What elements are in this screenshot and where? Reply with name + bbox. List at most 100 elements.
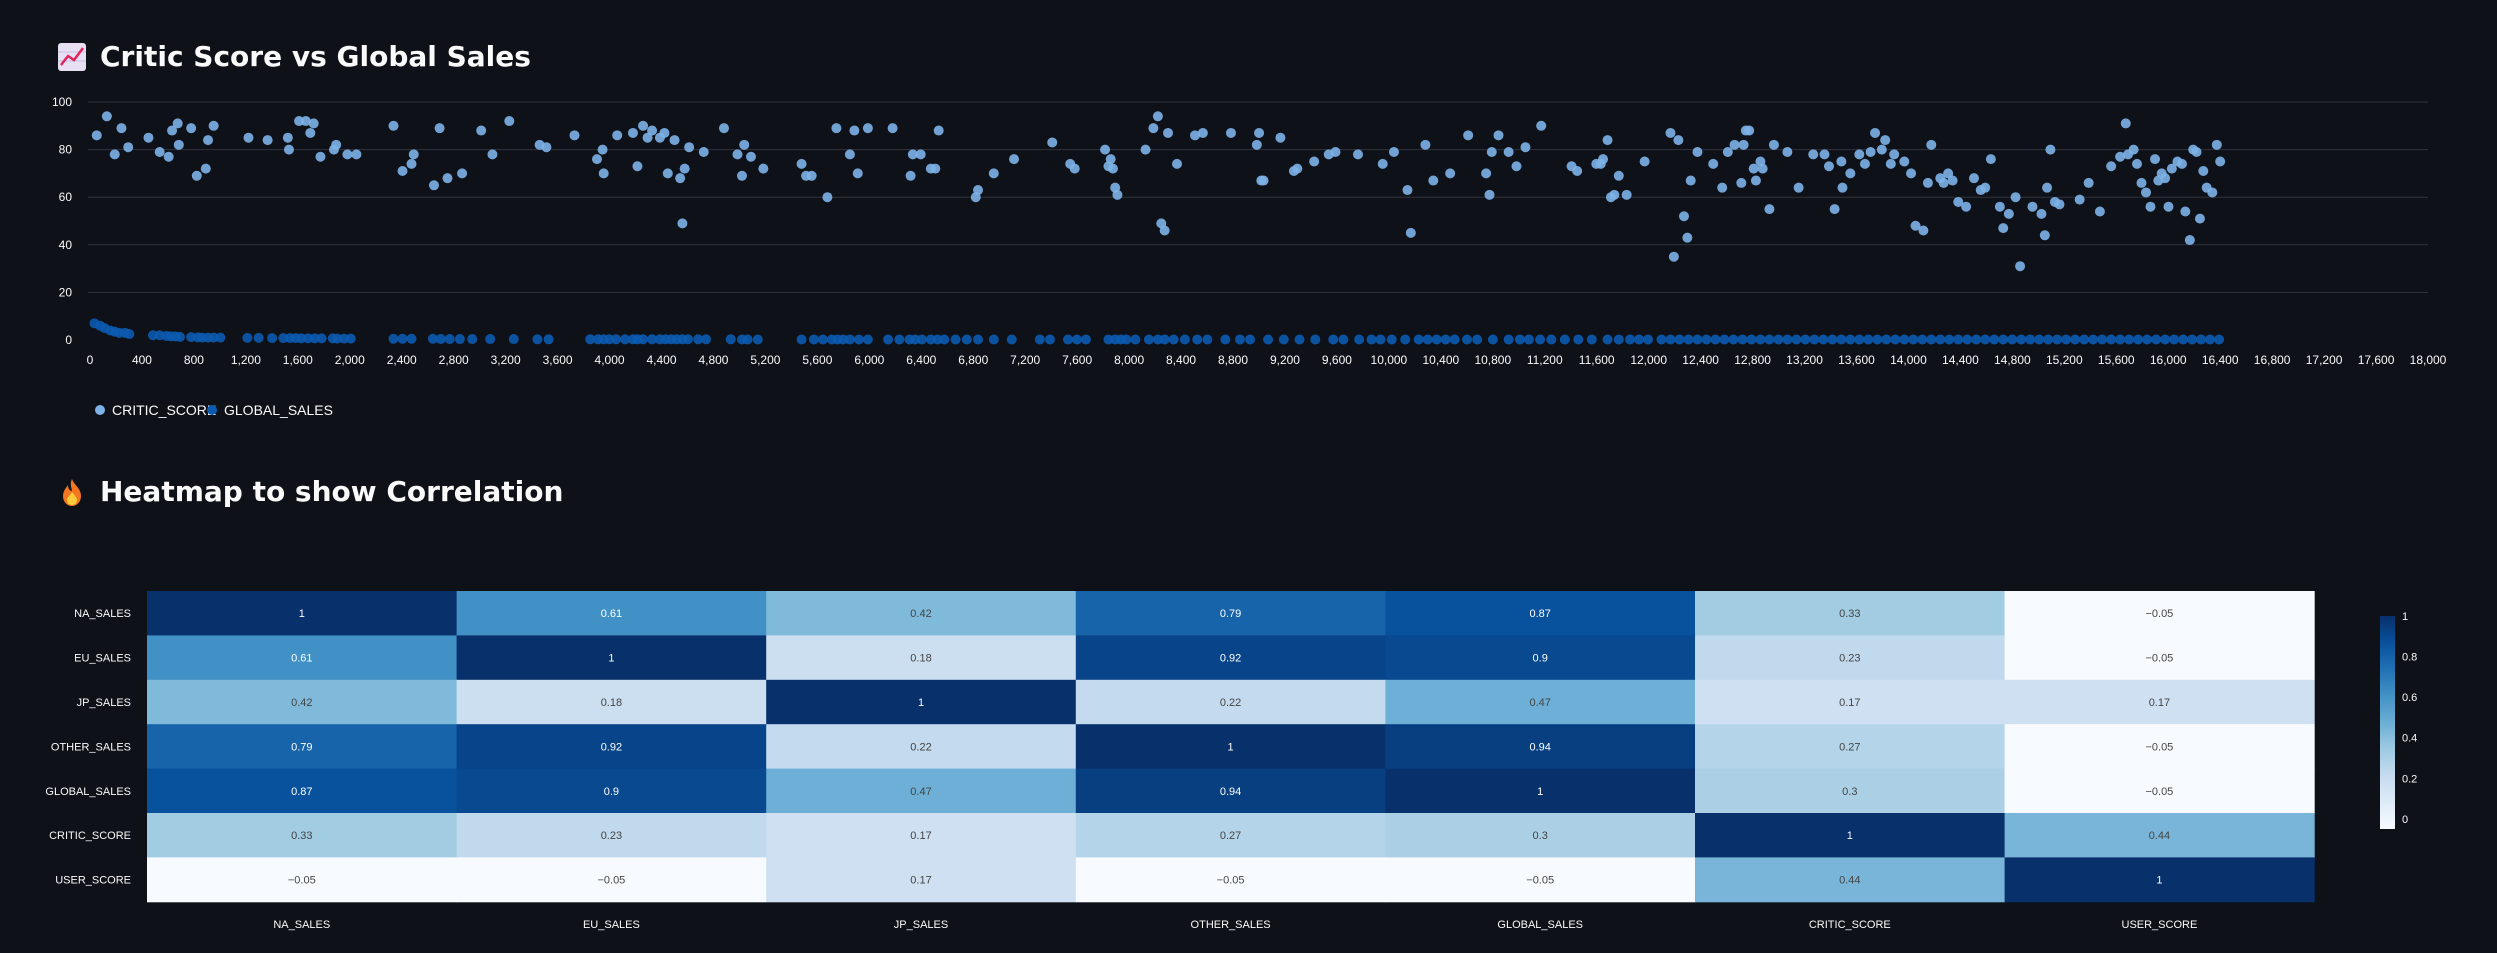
scatter-point[interactable] (2034, 334, 2045, 345)
scatter-point[interactable] (1613, 334, 1624, 345)
scatter-point[interactable] (1757, 163, 1768, 174)
scatter-point[interactable] (1168, 334, 1179, 345)
scatter-point[interactable] (939, 334, 950, 345)
scatter-point[interactable] (1845, 334, 1856, 345)
scatter-point[interactable] (1876, 144, 1887, 155)
scatter-point[interactable] (1546, 334, 1557, 345)
scatter-point[interactable] (1708, 158, 1719, 169)
scatter-point[interactable] (736, 170, 747, 181)
scatter-point[interactable] (1192, 334, 1203, 345)
scatter-point[interactable] (2036, 208, 2047, 219)
scatter-point[interactable] (2194, 213, 2205, 224)
scatter-point[interactable] (1678, 211, 1689, 222)
scatter-point[interactable] (2207, 187, 2218, 198)
scatter-point[interactable] (1682, 232, 1693, 243)
scatter-point[interactable] (203, 135, 214, 146)
scatter-point[interactable] (1890, 334, 1901, 345)
scatter-point[interactable] (1572, 166, 1583, 177)
scatter-point[interactable] (1880, 135, 1891, 146)
scatter-point[interactable] (1985, 154, 1996, 165)
scatter-point[interactable] (2003, 208, 2014, 219)
scatter-point[interactable] (1953, 334, 1964, 345)
scatter-point[interactable] (1665, 334, 1676, 345)
scatter-point[interactable] (684, 142, 695, 153)
scatter-point[interactable] (683, 334, 694, 345)
scatter-point[interactable] (351, 149, 362, 160)
scatter-point[interactable] (718, 123, 729, 134)
scatter-point[interactable] (1292, 163, 1303, 174)
scatter-point[interactable] (1926, 334, 1937, 345)
scatter-point[interactable] (1503, 334, 1514, 345)
scatter-point[interactable] (1428, 175, 1439, 186)
scatter-point[interactable] (1764, 334, 1775, 345)
scatter-point[interactable] (2120, 118, 2131, 129)
scatter-point[interactable] (435, 334, 446, 345)
scatter-point[interactable] (101, 111, 112, 122)
scatter-point[interactable] (1906, 168, 1917, 179)
scatter-point[interactable] (701, 334, 712, 345)
scatter-point[interactable] (1947, 175, 1958, 186)
scatter-point[interactable] (677, 218, 688, 229)
scatter-point[interactable] (1829, 204, 1840, 215)
scatter-point[interactable] (597, 144, 608, 155)
scatter-point[interactable] (2131, 158, 2142, 169)
scatter-point[interactable] (267, 333, 278, 344)
scatter-point[interactable] (1782, 146, 1793, 157)
scatter-point[interactable] (1625, 334, 1636, 345)
scatter-point[interactable] (2074, 194, 2085, 205)
scatter-point[interactable] (1310, 334, 1321, 345)
scatter-point[interactable] (1514, 334, 1525, 345)
scatter-point[interactable] (1440, 334, 1451, 345)
scatter-point[interactable] (1062, 334, 1073, 345)
scatter-point[interactable] (1818, 334, 1829, 345)
scatter-point[interactable] (1621, 189, 1632, 200)
scatter-point[interactable] (647, 125, 658, 136)
scatter-point[interactable] (1006, 334, 1017, 345)
scatter-point[interactable] (1736, 177, 1747, 188)
scatter-point[interactable] (1773, 334, 1784, 345)
scatter-point[interactable] (1100, 144, 1111, 155)
scatter-point[interactable] (262, 135, 273, 146)
scatter-point[interactable] (467, 334, 478, 345)
scatter-point[interactable] (1445, 168, 1456, 179)
scatter-point[interactable] (1034, 334, 1045, 345)
scatter-point[interactable] (1484, 189, 1495, 200)
scatter-point[interactable] (1486, 146, 1497, 157)
scatter-point[interactable] (1859, 158, 1870, 169)
scatter-point[interactable] (2043, 334, 2054, 345)
scatter-point[interactable] (1586, 334, 1597, 345)
scatter-point[interactable] (1962, 334, 1973, 345)
scatter-point[interactable] (476, 125, 487, 136)
scatter-point[interactable] (1234, 334, 1245, 345)
scatter-point[interactable] (434, 123, 445, 134)
scatter-point[interactable] (2010, 192, 2021, 203)
scatter-point[interactable] (1613, 170, 1624, 181)
scatter-point[interactable] (961, 334, 972, 345)
scatter-point[interactable] (388, 120, 399, 131)
scatter-point[interactable] (1352, 149, 1363, 160)
scatter-point[interactable] (1782, 334, 1793, 345)
scatter-point[interactable] (1338, 334, 1349, 345)
scatter-point[interactable] (887, 123, 898, 134)
scatter-point[interactable] (116, 123, 127, 134)
scatter-point[interactable] (2140, 187, 2151, 198)
scatter-point[interactable] (345, 333, 356, 344)
scatter-point[interactable] (853, 334, 864, 345)
scatter-point[interactable] (1944, 334, 1955, 345)
scatter-point[interactable] (1107, 163, 1118, 174)
scatter-point[interactable] (569, 130, 580, 141)
scatter-point[interactable] (1105, 154, 1116, 165)
scatter-point[interactable] (2215, 156, 2226, 167)
scatter-point[interactable] (215, 332, 226, 343)
scatter-point[interactable] (1768, 139, 1779, 150)
scatter-point[interactable] (1278, 334, 1289, 345)
scatter-point[interactable] (406, 158, 417, 169)
scatter-point[interactable] (1481, 168, 1492, 179)
scatter-point[interactable] (598, 168, 609, 179)
scatter-point[interactable] (1692, 146, 1703, 157)
scatter-point[interactable] (1998, 223, 2009, 234)
scatter-point[interactable] (543, 334, 554, 345)
scatter-point[interactable] (444, 334, 455, 345)
scatter-point[interactable] (988, 168, 999, 179)
scatter-point[interactable] (1808, 149, 1819, 160)
